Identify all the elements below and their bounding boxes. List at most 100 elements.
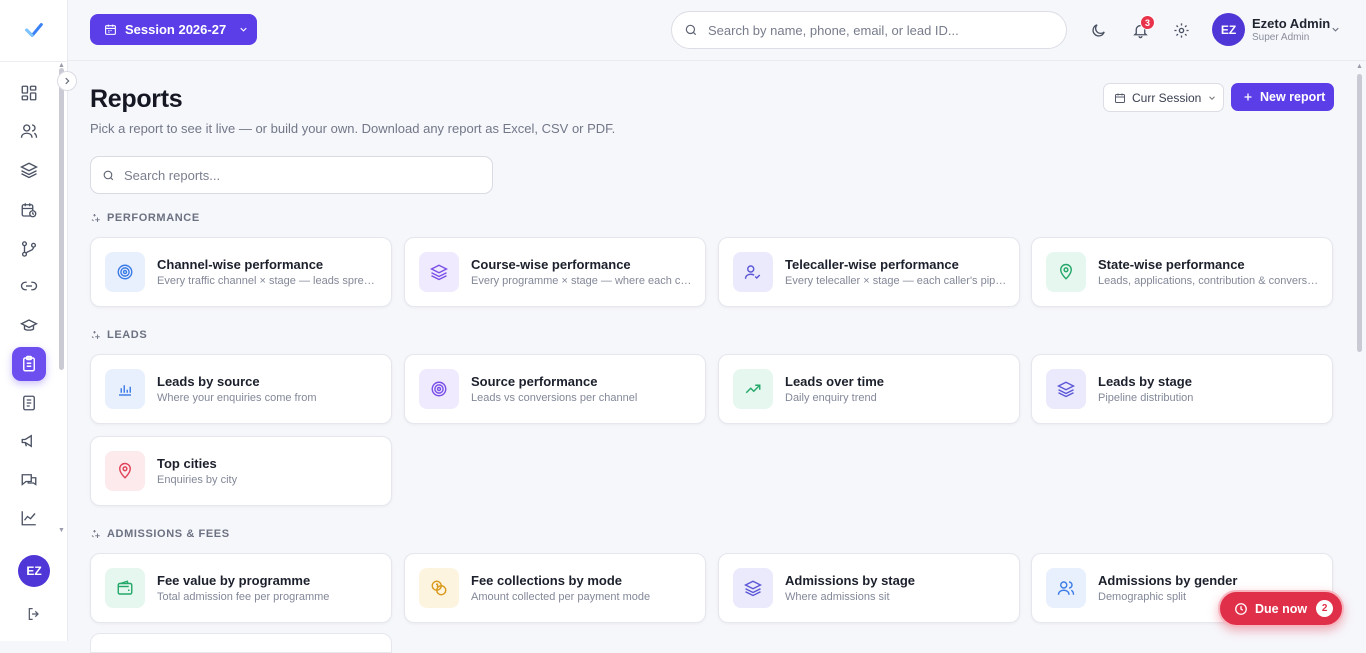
layers-icon [733,568,773,608]
sidebar-item-layers[interactable] [12,153,46,187]
section-label-performance: PERFORMANCE [90,212,200,224]
report-card-top-cities[interactable]: Top cities Enquiries by city [90,436,392,506]
report-card-source-performance[interactable]: Source performance Leads vs conversions … [404,354,706,424]
new-report-button[interactable]: New report [1231,83,1334,111]
sidebar-scrollbar[interactable] [59,68,64,370]
scroll-down-arrow[interactable]: ▼ [58,527,65,534]
user-menu-toggle[interactable] [1330,22,1341,40]
report-card-leads-over-time[interactable]: Leads over time Daily enquiry trend [718,354,1020,424]
wallet-icon [105,568,145,608]
report-search-box[interactable] [90,156,493,194]
report-card-leads-by-source[interactable]: Leads by source Where your enquiries com… [90,354,392,424]
logout-icon [28,608,39,620]
chat-icon [21,474,37,486]
card-description: Where admissions sit [785,591,890,603]
sidebar-collapse-toggle[interactable] [57,71,77,91]
trending-up-icon [733,369,773,409]
section-label-admissions-fees: ADMISSIONS & FEES [90,528,230,540]
sidebar: ▲ ▼ EZ [0,0,68,641]
card-title: Fee collections by mode [471,573,622,588]
clock-icon [1235,602,1247,615]
report-card-partial[interactable] [90,633,392,653]
report-card-state-wise-performance[interactable]: State-wise performance Leads, applicatio… [1031,237,1333,307]
session-selector[interactable]: Session 2026-27 [90,14,257,45]
notifications-button[interactable]: 3 [1129,15,1155,41]
card-title: Telecaller-wise performance [785,257,959,272]
document-icon [23,395,35,411]
report-card-telecaller-wise-performance[interactable]: Telecaller-wise performance Every teleca… [718,237,1020,307]
sidebar-item-users[interactable] [12,114,46,148]
due-now-count-badge: 2 [1316,600,1334,617]
card-description: Leads, applications, contribution & conv… [1098,275,1320,287]
report-card-channel-wise-performance[interactable]: Channel-wise performance Every traffic c… [90,237,392,307]
user-name[interactable]: Ezeto Admin [1252,16,1330,31]
sidebar-item-pipeline[interactable] [12,232,46,266]
report-card-course-wise-performance[interactable]: Course-wise performance Every programme … [404,237,706,307]
card-title: Fee value by programme [157,573,311,588]
calendar-icon [105,24,116,35]
settings-button[interactable] [1170,19,1192,41]
link-icon [20,281,38,291]
card-description: Leads vs conversions per channel [471,392,638,404]
sidebar-item-links[interactable] [12,269,46,303]
page-subtitle: Pick a report to see it live — or build … [90,121,616,136]
check-logo-icon[interactable] [22,18,46,42]
global-search-input[interactable] [708,22,1048,38]
map-pin-icon [105,451,145,491]
sidebar-item-messages[interactable] [12,463,46,497]
card-description: Daily enquiry trend [785,392,877,404]
card-description: Every telecaller × stage — each caller's… [785,275,1007,287]
search-icon [103,170,114,180]
sidebar-item-campaigns[interactable] [12,424,46,458]
layers-icon [20,162,38,179]
calendar-icon [1115,93,1125,103]
report-card-fee-collections-by-mode[interactable]: Fee collections by mode Amount collected… [404,553,706,623]
sidebar-item-documents[interactable] [12,386,46,420]
gear-icon [1173,22,1189,38]
chevron-down-icon [1209,95,1216,100]
report-card-leads-by-stage[interactable]: Leads by stage Pipeline distribution [1031,354,1333,424]
new-report-label: New report [1260,90,1326,104]
sparkle-icon [91,331,100,339]
card-description: Where your enquiries come from [157,392,317,404]
card-title: Leads by source [157,374,260,389]
main-scroll-up-arrow[interactable]: ▲ [1356,63,1363,70]
card-description: Enquiries by city [157,474,238,486]
user-avatar[interactable]: EZ [1212,13,1245,46]
sidebar-item-courses[interactable] [12,309,46,343]
card-title: Leads over time [785,374,884,389]
calendar-clock-icon [21,203,37,218]
due-now-label: Due now [1255,601,1308,616]
sidebar-item-analytics[interactable] [12,501,46,535]
logout-button[interactable] [24,604,44,624]
report-card-fee-value-by-programme[interactable]: Fee value by programme Total admission f… [90,553,392,623]
card-title: Admissions by stage [785,573,916,588]
curr-session-dropdown[interactable]: Curr Session [1103,83,1224,112]
main-scrollbar[interactable] [1357,74,1362,352]
users-icon [1046,568,1086,608]
page-title: Reports [90,85,183,113]
card-title: Channel-wise performance [157,257,324,272]
card-description: Pipeline distribution [1098,392,1194,404]
chevron-right-icon [65,77,70,85]
user-check-icon [733,252,773,292]
sidebar-item-reports[interactable] [12,347,46,381]
sidebar-avatar[interactable]: EZ [18,555,50,587]
card-description: Amount collected per payment mode [471,591,651,603]
global-search-box[interactable] [671,11,1067,49]
topbar: Session 2026-27 3 EZ Ezeto Admin Super A… [68,0,1366,61]
sidebar-item-dashboard[interactable] [12,76,46,110]
map-pin-icon [1046,252,1086,292]
report-card-admissions-by-stage[interactable]: Admissions by stage Where admissions sit [718,553,1020,623]
sidebar-item-schedule[interactable] [12,193,46,227]
sparkle-icon [91,530,100,538]
card-title: State-wise performance [1098,257,1245,272]
card-title: Leads by stage [1098,374,1192,389]
line-chart-icon [21,511,36,526]
bar-chart-icon [105,369,145,409]
report-search-input[interactable] [124,167,464,183]
due-now-button[interactable]: Due now 2 [1218,590,1344,627]
chevron-down-icon [240,27,247,32]
dark-mode-toggle[interactable] [1087,19,1109,41]
card-title: Admissions by gender [1098,573,1238,588]
